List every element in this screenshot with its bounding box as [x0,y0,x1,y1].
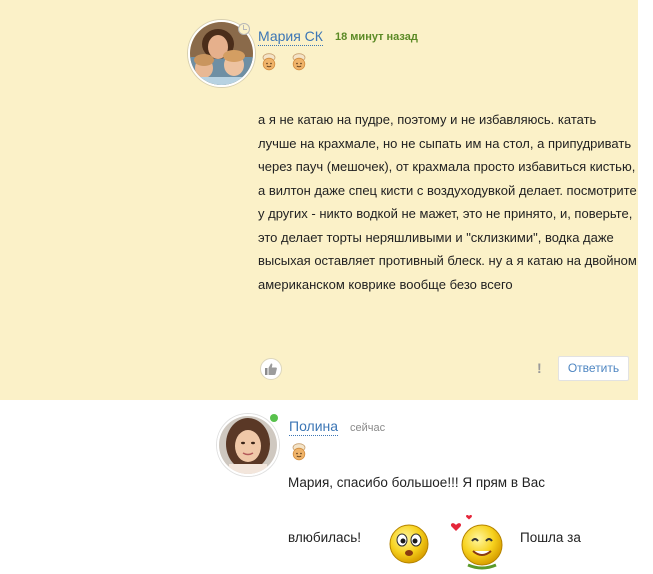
author-name[interactable]: Мария СК [258,28,323,46]
online-indicator [270,414,278,422]
comment-text: влюбилась! [288,530,362,545]
chef-badge-icon[interactable] [261,53,277,71]
chef-badge-icon[interactable] [291,53,307,71]
chef-badge-icon[interactable] [291,443,307,461]
comment-text: Пошла за [520,530,581,545]
report-button[interactable]: ! [537,360,542,376]
comment-time: 18 минут назад [335,31,418,43]
comment-text: Мария, спасибо большое!!! Я прям в Вас [288,475,546,490]
thumbs-up-icon [265,363,277,375]
in-love-smiley-icon [450,515,503,570]
clock-icon [238,23,250,35]
author-name[interactable]: Полина [289,418,339,436]
reply-button[interactable]: Ответить [558,356,629,381]
surprised-smiley-icon [389,524,429,564]
like-button[interactable] [260,358,282,380]
comment-text: а я не катаю на пудре, поэтому и не изба… [258,112,637,292]
comment-time: сейчас [350,422,386,434]
avatar[interactable] [217,414,279,476]
